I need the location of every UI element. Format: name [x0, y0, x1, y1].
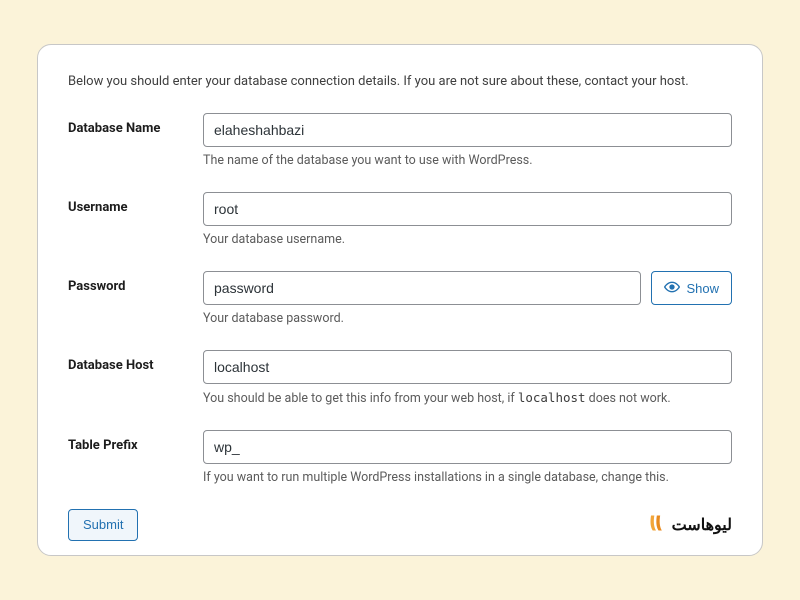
eye-icon	[664, 279, 680, 298]
show-password-label: Show	[686, 281, 719, 296]
row-password: Password Show Your database password.	[68, 271, 732, 328]
database-name-input[interactable]	[203, 113, 732, 147]
form-actions: Submit ليوهاست	[68, 509, 732, 541]
help-password: Your database password.	[203, 311, 732, 328]
table-prefix-input[interactable]	[203, 430, 732, 464]
username-input[interactable]	[203, 192, 732, 226]
help-username: Your database username.	[203, 232, 732, 249]
help-database-name: The name of the database you want to use…	[203, 153, 732, 170]
label-database-host: Database Host	[68, 350, 203, 373]
brand-text: ليوهاست	[672, 515, 732, 534]
database-host-input[interactable]	[203, 350, 732, 384]
label-table-prefix: Table Prefix	[68, 430, 203, 453]
db-setup-panel: Below you should enter your database con…	[37, 44, 763, 556]
row-table-prefix: Table Prefix If you want to run multiple…	[68, 430, 732, 487]
password-input[interactable]	[203, 271, 641, 305]
help-database-host: You should be able to get this info from…	[203, 390, 732, 408]
label-password: Password	[68, 271, 203, 294]
row-username: Username Your database username.	[68, 192, 732, 249]
row-database-host: Database Host You should be able to get …	[68, 350, 732, 408]
submit-button[interactable]: Submit	[68, 509, 138, 541]
row-database-name: Database Name The name of the database y…	[68, 113, 732, 170]
brand-mark-icon	[646, 513, 666, 537]
label-database-name: Database Name	[68, 113, 203, 136]
brand-logo: ليوهاست	[646, 513, 732, 537]
intro-text: Below you should enter your database con…	[68, 73, 732, 91]
label-username: Username	[68, 192, 203, 215]
help-table-prefix: If you want to run multiple WordPress in…	[203, 470, 732, 487]
show-password-button[interactable]: Show	[651, 271, 732, 305]
